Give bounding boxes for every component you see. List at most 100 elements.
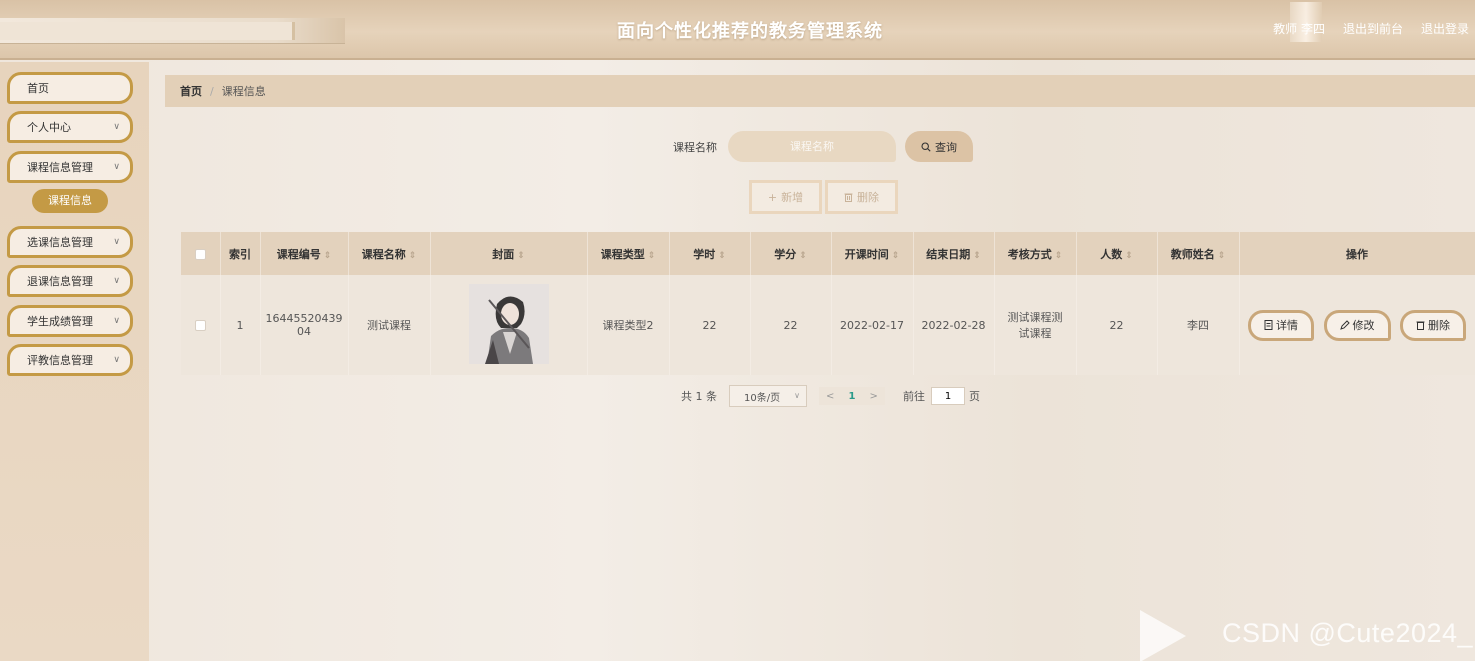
chevron-down-icon: ∨	[113, 122, 120, 132]
cell-end-date: 2022-02-28	[913, 275, 995, 375]
cell-teacher: 李四	[1157, 275, 1240, 375]
sort-icon[interactable]: ⇕	[1055, 251, 1063, 261]
trash-icon	[1416, 321, 1425, 330]
sort-icon[interactable]: ⇕	[648, 251, 656, 261]
cell-cover	[430, 275, 588, 375]
page-size-select[interactable]: 10条/页 ∨	[729, 385, 807, 407]
cell-operations: 详情 修改 删除	[1239, 275, 1475, 375]
sort-icon[interactable]: ⇕	[892, 251, 900, 261]
watermark: CSDN @Cute2024_	[1222, 618, 1474, 648]
column-header[interactable]: 学分 ⇕	[750, 232, 832, 275]
search-icon	[921, 141, 931, 152]
cell-count: 22	[1076, 275, 1158, 375]
sort-icon[interactable]: ⇕	[799, 251, 807, 261]
edit-button[interactable]: 修改	[1323, 309, 1391, 341]
table-header-row: 索引 课程编号 ⇕ 课程名称 ⇕ 封面 ⇕ 课程类型 ⇕ 学时 ⇕ 学分 ⇕ 开课时间 ⇕ 结…	[181, 232, 1475, 275]
add-button[interactable]: + 新增	[749, 180, 822, 214]
detail-button[interactable]: 详情	[1248, 309, 1314, 341]
logout-link[interactable]: 退出登录	[1421, 20, 1469, 37]
current-user: 教师 李四	[1273, 22, 1325, 36]
pagination: 共 1 条 10条/页 ∨ < 1 > 前往 页	[681, 385, 980, 407]
row-checkbox[interactable]	[194, 320, 206, 331]
next-page-icon[interactable]: >	[870, 391, 878, 402]
sidebar-item-enrollment-management[interactable]: 选课信息管理 ∨	[7, 226, 133, 258]
cell-index: 1	[220, 275, 261, 375]
cell-course-no: 16445520439 04	[260, 275, 349, 375]
delete-button-label: 删除	[857, 191, 879, 204]
select-all-cell	[181, 232, 221, 275]
column-header[interactable]: 结束日期 ⇕	[913, 232, 995, 275]
column-header[interactable]: 考核方式 ⇕	[994, 232, 1077, 275]
breadcrumb-current: 课程信息	[221, 85, 266, 98]
trash-icon	[844, 193, 853, 202]
batch-delete-button[interactable]: 删除	[825, 180, 898, 214]
column-header[interactable]: 课程编号 ⇕	[260, 232, 349, 275]
row-delete-button[interactable]: 删除	[1400, 309, 1466, 341]
column-header[interactable]: 封面 ⇕	[430, 232, 588, 275]
course-name-search-input[interactable]	[728, 131, 896, 162]
sidebar-item-label: 选课信息管理	[27, 236, 93, 249]
course-cover-image	[468, 283, 549, 364]
column-header[interactable]: 学时 ⇕	[669, 232, 751, 275]
sidebar-item-drop-management[interactable]: 退课信息管理 ∨	[7, 265, 133, 297]
select-all-checkbox[interactable]	[194, 248, 206, 260]
search-button[interactable]: 查询	[905, 131, 973, 162]
row-select-cell	[181, 275, 221, 375]
back-to-front-link[interactable]: 退出到前台	[1343, 20, 1403, 37]
add-button-label: 新增	[781, 191, 804, 204]
sidebar-item-label: 学生成绩管理	[27, 315, 93, 328]
header-decoration	[0, 18, 345, 44]
chevron-down-icon: ∨	[113, 162, 120, 172]
sidebar-item-evaluation-management[interactable]: 评教信息管理 ∨	[7, 344, 133, 376]
sort-icon[interactable]: ⇕	[973, 251, 981, 261]
goto-label: 前往	[903, 390, 925, 403]
sort-icon[interactable]: ⇕	[1125, 251, 1133, 261]
cell-hours: 22	[669, 275, 751, 375]
sidebar-item-label: 课程信息管理	[27, 161, 93, 174]
sort-icon[interactable]: ⇕	[517, 251, 525, 261]
sidebar-item-label: 首页	[27, 82, 49, 95]
app-title: 面向个性化推荐的教务管理系统	[617, 21, 883, 42]
sort-icon[interactable]: ⇕	[1218, 251, 1226, 261]
chevron-down-icon: ∨	[113, 316, 120, 326]
sort-icon[interactable]: ⇕	[324, 251, 332, 261]
page-suffix: 页	[969, 390, 980, 403]
breadcrumb-separator: /	[210, 84, 214, 98]
column-header[interactable]: 开课时间 ⇕	[831, 232, 914, 275]
chevron-down-icon: ∨	[113, 276, 120, 286]
search-button-label: 查询	[935, 140, 957, 154]
current-page[interactable]: 1	[849, 391, 856, 402]
column-header[interactable]: 课程类型 ⇕	[587, 232, 670, 275]
sidebar-item-personal-center[interactable]: 个人中心 ∨	[7, 111, 133, 143]
breadcrumb-home[interactable]: 首页	[180, 83, 202, 99]
column-header: 索引	[220, 232, 261, 275]
sort-icon[interactable]: ⇕	[718, 251, 726, 261]
search-label: 课程名称	[673, 141, 717, 154]
sidebar-item-home[interactable]: 首页	[7, 72, 133, 104]
column-header[interactable]: 课程名称 ⇕	[348, 232, 431, 275]
cell-start-date: 2022-02-17	[831, 275, 914, 375]
prev-page-icon[interactable]: <	[826, 391, 834, 402]
sidebar-item-course-management[interactable]: 课程信息管理 ∨	[7, 151, 133, 183]
sidebar-subitem-course-info[interactable]: 课程信息	[32, 189, 108, 213]
total-count: 共 1 条	[681, 390, 717, 403]
sidebar-item-label: 评教信息管理	[27, 354, 93, 367]
course-table: 索引 课程编号 ⇕ 课程名称 ⇕ 封面 ⇕ 课程类型 ⇕ 学时 ⇕ 学分 ⇕ 开课时间 ⇕ 结…	[181, 232, 1475, 375]
breadcrumb: 首页 / 课程信息	[165, 75, 1475, 107]
sidebar: 首页 个人中心 ∨ 课程信息管理 ∨ 课程信息 选课信息管理 ∨ 退课信息管理 …	[0, 62, 149, 661]
cell-course-type: 课程类型2	[587, 275, 670, 375]
column-header[interactable]: 人数 ⇕	[1076, 232, 1158, 275]
chevron-down-icon: ∨	[113, 355, 120, 365]
cell-course-name: 测试课程	[348, 275, 431, 375]
top-header: 面向个性化推荐的教务管理系统 教师 李四 退出到前台 退出登录	[0, 0, 1475, 60]
page-nav: < 1 >	[819, 387, 885, 405]
sort-icon[interactable]: ⇕	[409, 251, 417, 261]
plus-icon: +	[767, 190, 778, 204]
column-header: 操作	[1239, 232, 1475, 275]
header-user-actions: 教师 李四 退出到前台 退出登录	[1273, 20, 1469, 37]
goto-page-input[interactable]	[931, 387, 965, 405]
sidebar-item-label: 退课信息管理	[27, 275, 93, 288]
sidebar-item-grades-management[interactable]: 学生成绩管理 ∨	[7, 305, 133, 337]
edit-icon	[1339, 320, 1350, 330]
column-header[interactable]: 教师姓名 ⇕	[1157, 232, 1240, 275]
